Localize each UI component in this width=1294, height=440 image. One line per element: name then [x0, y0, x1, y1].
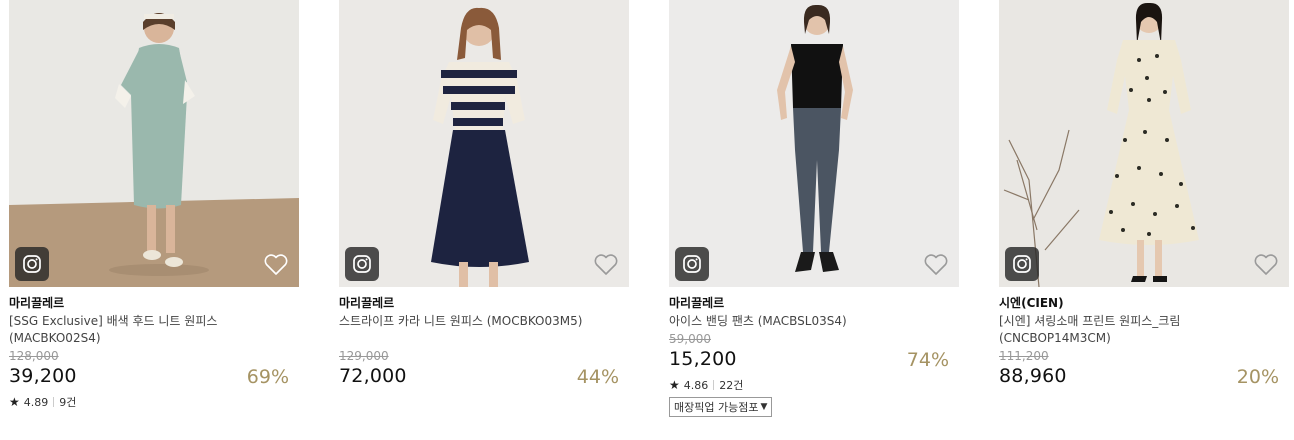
- product-card[interactable]: 시엔(CIEN) [시엔] 셔링소매 프린트 원피스_크림 (CNCBOP14M…: [999, 0, 1289, 389]
- caret-down-icon: ▼: [760, 402, 768, 412]
- instagram-icon[interactable]: [15, 247, 49, 281]
- store-pickup-label: 매장픽업 가능점포: [674, 401, 759, 414]
- product-photo: [9, 0, 299, 287]
- product-photo: [669, 0, 959, 287]
- instagram-icon[interactable]: [1005, 247, 1039, 281]
- rating-score: 4.86: [683, 378, 709, 392]
- instagram-icon[interactable]: [345, 247, 379, 281]
- review-count: 22건: [719, 379, 744, 392]
- original-price: 59,000: [669, 332, 711, 346]
- discount-rate: 20%: [1236, 366, 1279, 388]
- product-image[interactable]: [9, 0, 299, 287]
- heart-icon[interactable]: [593, 253, 619, 277]
- star-icon: ★: [669, 378, 680, 392]
- discount-rate: 69%: [246, 366, 289, 388]
- product-name[interactable]: [시엔] 셔링소매 프린트 원피스_크림 (CNCBOP14M3CM): [999, 313, 1289, 347]
- price-block: 111,200 88,960 20%: [999, 349, 1289, 389]
- product-image[interactable]: [339, 0, 629, 287]
- product-card[interactable]: 마리끌레르 아이스 밴딩 팬츠 (MACBSL03S4) 59,000 15,2…: [669, 0, 959, 417]
- heart-icon[interactable]: [923, 253, 949, 277]
- original-price: 128,000: [9, 349, 59, 363]
- product-name[interactable]: 스트라이프 카라 니트 원피스 (MOCBKO03M5): [339, 313, 629, 347]
- product-image[interactable]: [999, 0, 1289, 287]
- divider: [53, 397, 55, 407]
- brand-name[interactable]: 시엔(CIEN): [999, 295, 1289, 311]
- review-count: 9건: [59, 396, 77, 409]
- store-pickup-dropdown[interactable]: 매장픽업 가능점포 ▼: [669, 397, 773, 417]
- product-photo: [999, 0, 1289, 287]
- instagram-icon[interactable]: [675, 247, 709, 281]
- brand-name[interactable]: 마리끌레르: [339, 295, 629, 311]
- rating-score: 4.89: [23, 395, 49, 409]
- brand-name[interactable]: 마리끌레르: [9, 295, 299, 311]
- review-summary: ★ 4.86 22건: [669, 377, 959, 393]
- product-card[interactable]: 마리끌레르 [SSG Exclusive] 배색 후드 니트 원피스 (MACB…: [9, 0, 299, 410]
- product-grid: 마리끌레르 [SSG Exclusive] 배색 후드 니트 원피스 (MACB…: [0, 0, 1294, 440]
- product-image[interactable]: [669, 0, 959, 287]
- discount-rate: 74%: [906, 349, 949, 371]
- product-card[interactable]: 마리끌레르 스트라이프 카라 니트 원피스 (MOCBKO03M5) 129,0…: [339, 0, 629, 389]
- original-price: 111,200: [999, 349, 1049, 363]
- heart-icon[interactable]: [263, 253, 289, 277]
- discount-rate: 44%: [576, 366, 619, 388]
- brand-name[interactable]: 마리끌레르: [669, 295, 959, 311]
- star-icon: ★: [9, 395, 20, 409]
- product-name[interactable]: [SSG Exclusive] 배색 후드 니트 원피스 (MACBKO02S4…: [9, 313, 299, 347]
- review-summary: ★ 4.89 9건: [9, 394, 299, 410]
- product-photo: [339, 0, 629, 287]
- original-price: 129,000: [339, 349, 389, 363]
- price-block: 59,000 15,200 74%: [669, 332, 959, 372]
- price-block: 128,000 39,200 69%: [9, 349, 299, 389]
- price-block: 129,000 72,000 44%: [339, 349, 629, 389]
- product-name[interactable]: 아이스 밴딩 팬츠 (MACBSL03S4): [669, 313, 959, 330]
- divider: [713, 380, 715, 390]
- heart-icon[interactable]: [1253, 253, 1279, 277]
